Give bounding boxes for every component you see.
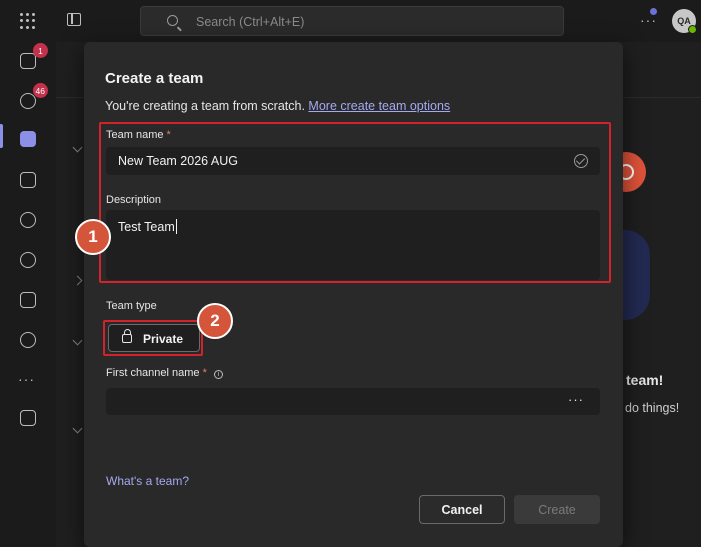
step-marker-1: 1 (75, 219, 111, 255)
team-type-value: Private (143, 332, 184, 346)
first-channel-label-text: First channel name (106, 367, 200, 379)
app-launcher-icon[interactable] (20, 13, 36, 29)
teams-app: Search (Ctrl+Alt+E) ··· QA 1 46 ··· team… (0, 0, 701, 547)
team-name-input[interactable]: New Team 2026 AUG (118, 154, 238, 168)
rail-item-onedrive[interactable] (17, 249, 39, 271)
create-button[interactable]: Create (514, 495, 600, 524)
top-bar: Search (Ctrl+Alt+E) ··· QA (0, 0, 701, 42)
info-icon[interactable]: i (213, 370, 223, 379)
cancel-button[interactable]: Cancel (419, 495, 505, 524)
rail-item-add-apps[interactable] (17, 407, 39, 429)
rail-item-more[interactable]: ··· (17, 369, 39, 391)
description-input[interactable]: Test Team (118, 219, 177, 234)
activity-badge: 1 (33, 43, 48, 58)
empty-state-subtitle: do things! (625, 401, 680, 415)
text-caret (175, 219, 177, 234)
rail-item-copilot[interactable] (17, 289, 39, 311)
atom-icon (20, 332, 36, 348)
team-name-field[interactable]: New Team 2026 AUG (106, 147, 600, 175)
empty-state-title: team! (626, 372, 664, 388)
rail-item-teams[interactable] (17, 128, 39, 150)
description-label: Description (106, 194, 162, 206)
search-icon (167, 15, 178, 26)
required-mark: * (166, 129, 171, 141)
cloud-icon (20, 252, 36, 268)
search-input[interactable]: Search (Ctrl+Alt+E) (196, 15, 304, 29)
first-channel-label: First channel name * i (106, 367, 223, 379)
rail-item-calls[interactable] (17, 209, 39, 231)
plus-square-icon (20, 410, 36, 426)
rail-item-apps-ai[interactable] (17, 329, 39, 351)
team-type-label: Team type (106, 300, 157, 312)
dialog-subtitle-text: You're creating a team from scratch. (105, 99, 305, 113)
create-team-dialog: Create a team You're creating a team fro… (84, 42, 623, 547)
more-options-icon[interactable]: ··· (568, 392, 584, 407)
more-options-link[interactable]: More create team options (308, 99, 450, 113)
notification-dot (650, 8, 657, 15)
calendar-icon (20, 172, 36, 188)
bell-icon (20, 53, 36, 69)
more-apps-icon: ··· (18, 371, 35, 387)
description-text: Test Team (118, 220, 175, 234)
team-type-button[interactable]: Private (108, 324, 200, 352)
team-name-label-text: Team name (106, 129, 164, 141)
phone-icon (20, 212, 36, 228)
rail-item-activity[interactable]: 1 (17, 43, 48, 72)
whats-a-team-link[interactable]: What's a team? (106, 474, 189, 488)
dialog-title: Create a team (105, 70, 204, 87)
copilot-icon (20, 292, 36, 308)
dialog-subtitle: You're creating a team from scratch. Mor… (105, 99, 450, 113)
app-rail: 1 46 ··· (0, 42, 56, 547)
check-circle-icon (574, 154, 588, 168)
required-mark: * (202, 367, 207, 379)
chat-badge: 46 (32, 83, 48, 98)
rail-item-chat[interactable]: 46 (17, 83, 48, 112)
step-marker-2: 2 (197, 303, 233, 339)
rail-item-calendar[interactable] (17, 169, 39, 191)
active-indicator (0, 124, 3, 148)
lock-icon (122, 329, 132, 343)
teams-icon (20, 131, 36, 147)
chat-icon (20, 93, 36, 109)
side-panel-icon[interactable] (67, 13, 81, 26)
search-box[interactable]: Search (Ctrl+Alt+E) (140, 6, 564, 36)
team-name-label: Team name * (106, 129, 171, 141)
first-channel-field[interactable]: ··· (106, 388, 600, 415)
description-field[interactable]: Test Team (106, 210, 600, 280)
presence-status-icon (688, 25, 697, 34)
